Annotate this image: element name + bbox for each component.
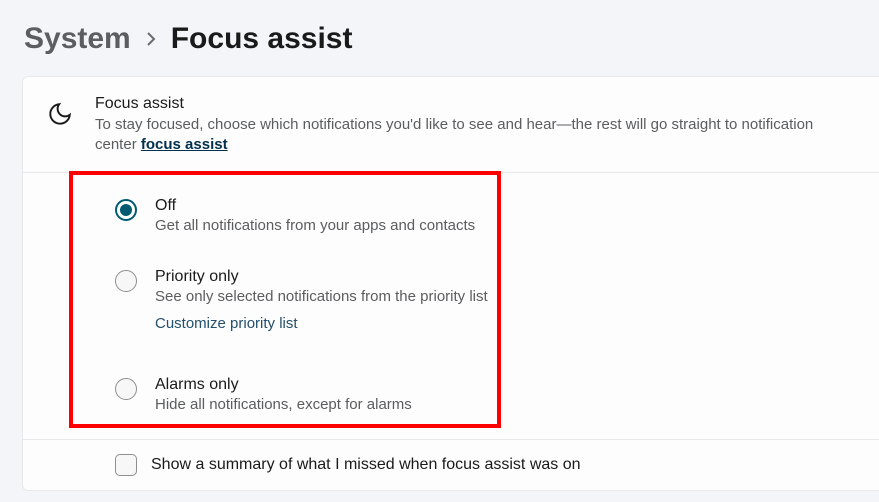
focus-assist-card: Focus assist To stay focused, choose whi…	[22, 76, 879, 491]
page-title: Focus assist	[171, 22, 353, 56]
radio-button[interactable]	[115, 378, 137, 400]
radio-description: See only selected notifications from the…	[155, 288, 855, 305]
breadcrumb-parent-link[interactable]: System	[24, 22, 131, 56]
focus-mode-options: Off Get all notifications from your apps…	[23, 173, 879, 440]
intro-row: Focus assist To stay focused, choose whi…	[23, 77, 879, 173]
focus-assist-learn-link[interactable]: focus assist	[141, 136, 228, 153]
radio-button[interactable]	[115, 199, 137, 221]
radio-option-priority[interactable]: Priority only See only selected notifica…	[47, 248, 855, 346]
radio-title: Alarms only	[155, 376, 855, 394]
moon-icon	[47, 101, 73, 127]
radio-button[interactable]	[115, 270, 137, 292]
radio-description: Hide all notifications, except for alarm…	[155, 396, 855, 413]
radio-option-alarms[interactable]: Alarms only Hide all notifications, exce…	[47, 346, 855, 427]
radio-title: Off	[155, 197, 855, 215]
radio-description: Get all notifications from your apps and…	[155, 217, 855, 234]
chevron-right-icon	[147, 32, 157, 46]
breadcrumb: System Focus assist	[0, 0, 879, 76]
intro-description: To stay focused, choose which notificati…	[95, 115, 855, 154]
radio-option-off[interactable]: Off Get all notifications from your apps…	[47, 187, 855, 248]
summary-label: Show a summary of what I missed when foc…	[151, 456, 581, 474]
intro-title: Focus assist	[95, 95, 855, 113]
customize-priority-list-link[interactable]: Customize priority list	[155, 315, 855, 332]
radio-title: Priority only	[155, 268, 855, 286]
summary-checkbox[interactable]	[115, 454, 137, 476]
summary-checkbox-row[interactable]: Show a summary of what I missed when foc…	[23, 440, 879, 490]
